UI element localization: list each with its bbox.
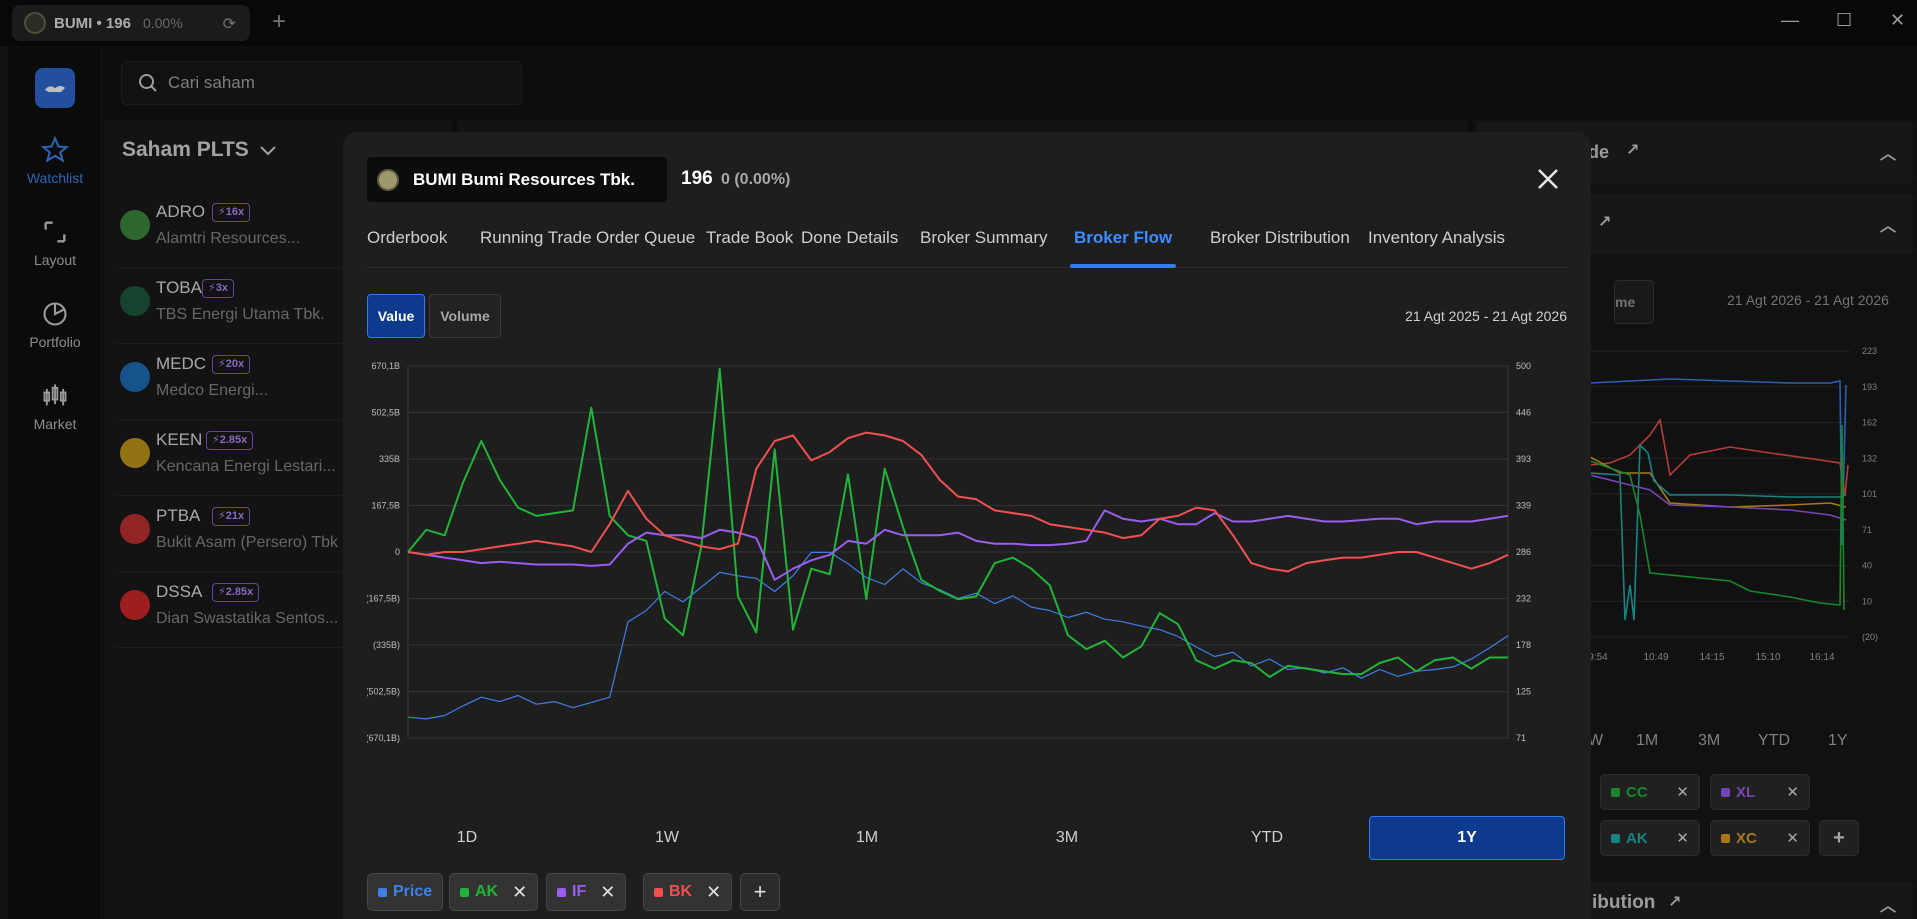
series-color-swatch xyxy=(654,887,663,897)
tab-broker-flow[interactable]: Broker Flow xyxy=(1069,228,1177,268)
y-right-tick-label: 500 xyxy=(1516,361,1531,371)
period-selector: 1D 1W 1M 3M YTD 1Y xyxy=(367,816,1567,860)
period-1m[interactable]: 1M xyxy=(769,816,965,860)
stock-badge: BUMI Bumi Resources Tbk. xyxy=(367,157,667,202)
y-right-tick-label: 232 xyxy=(1516,594,1531,604)
value-toggle[interactable]: Value xyxy=(367,294,425,338)
series-chip-price[interactable]: Price xyxy=(367,873,444,911)
series-label: AK xyxy=(475,883,499,900)
period-ytd[interactable]: YTD xyxy=(1169,816,1365,860)
tab-broker-summary[interactable]: Broker Summary xyxy=(920,228,1048,268)
period-1w[interactable]: 1W xyxy=(569,816,765,860)
series-label: BK xyxy=(669,883,693,900)
y-right-tick-label: 393 xyxy=(1516,454,1531,464)
period-1y[interactable]: 1Y xyxy=(1369,816,1565,860)
y-left-tick-label: 670,1B xyxy=(371,361,400,371)
y-left-tick-label: 0 xyxy=(395,547,400,557)
series-line-price xyxy=(407,551,1509,720)
series-line-if xyxy=(407,509,1509,581)
stock-label: BUMI Bumi Resources Tbk. xyxy=(413,169,635,189)
y-left-tick-label: 167,5B xyxy=(371,501,400,511)
tab-running-trade[interactable]: Running Trade xyxy=(480,228,592,268)
tab-orderbook[interactable]: Orderbook xyxy=(367,228,447,268)
series-chip-ak[interactable]: AK ✕ xyxy=(449,873,539,911)
tab-trade-book[interactable]: Trade Book xyxy=(706,228,793,268)
y-left-tick-label: (167,5B) xyxy=(367,594,400,604)
y-right-tick-label: 339 xyxy=(1516,501,1531,511)
modal-tabs: Orderbook Running Trade Order Queue Trade B… xyxy=(367,228,1567,268)
remove-icon[interactable]: ✕ xyxy=(512,882,527,903)
add-series-button[interactable]: + xyxy=(740,873,780,911)
series-chip-bk[interactable]: BK ✕ xyxy=(643,873,733,911)
y-right-tick-label: 286 xyxy=(1516,547,1531,557)
tab-order-queue[interactable]: Order Queue xyxy=(596,228,695,268)
broker-flow-chart-svg: 670,1B 500 502,5B 446 335B 393 167,5B 339 0 286 (1… xyxy=(367,361,1531,743)
tab-inventory-analysis[interactable]: Inventory Analysis xyxy=(1368,228,1505,268)
close-icon[interactable] xyxy=(1535,166,1561,192)
period-1d[interactable]: 1D xyxy=(369,816,565,860)
volume-toggle[interactable]: Volume xyxy=(429,294,501,338)
y-right-tick-label: 71 xyxy=(1516,733,1526,743)
remove-icon[interactable]: ✕ xyxy=(706,882,721,903)
y-left-tick-label: (670,1B) xyxy=(367,733,400,743)
series-line-bk xyxy=(407,431,1509,573)
y-right-tick-label: 125 xyxy=(1516,687,1531,697)
period-3m[interactable]: 3M xyxy=(969,816,1165,860)
y-left-tick-label: (335B) xyxy=(373,640,400,650)
broker-flow-modal: BUMI Bumi Resources Tbk. 196 0 (0.00%) O… xyxy=(343,132,1591,919)
stock-change: 0 (0.00%) xyxy=(721,171,791,188)
y-right-tick-label: 446 xyxy=(1516,408,1531,418)
series-color-swatch xyxy=(557,887,566,897)
remove-icon[interactable]: ✕ xyxy=(600,882,615,903)
series-color-swatch xyxy=(460,887,469,897)
y-left-tick-label: 335B xyxy=(379,454,400,464)
broker-flow-chart: 670,1B 500 502,5B 446 335B 393 167,5B 339 0 286 (1… xyxy=(367,360,1567,745)
series-label: IF xyxy=(572,883,587,900)
y-left-tick-label: (502,5B) xyxy=(367,687,400,697)
series-line-ak xyxy=(407,367,1508,678)
series-chip-if[interactable]: IF ✕ xyxy=(546,873,627,911)
series-color-swatch xyxy=(378,887,387,897)
stock-logo-icon xyxy=(377,168,399,191)
series-label: Price xyxy=(393,883,433,900)
stock-price: 196 xyxy=(681,168,713,189)
date-range: 21 Agt 2025 - 21 Agt 2026 xyxy=(1405,308,1567,324)
y-left-tick-label: 502,5B xyxy=(371,408,400,418)
y-right-tick-label: 178 xyxy=(1516,640,1531,650)
tab-done-details[interactable]: Done Details xyxy=(801,228,898,268)
tab-broker-distribution[interactable]: Broker Distribution xyxy=(1210,228,1350,268)
